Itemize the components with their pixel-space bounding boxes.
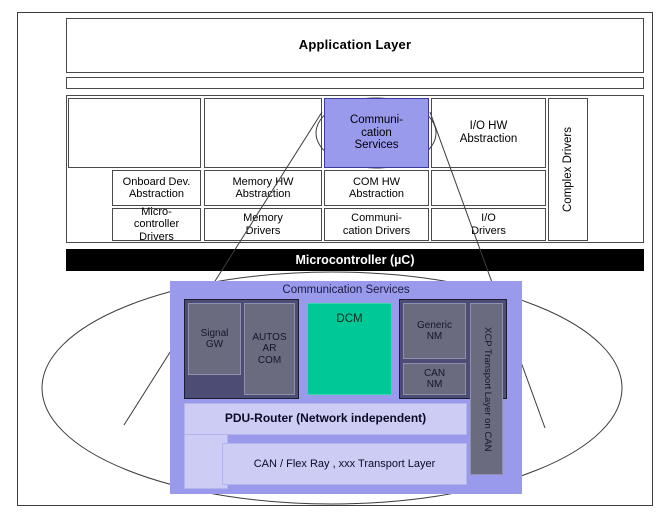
complex-drivers-box: Complex Drivers — [548, 98, 588, 241]
memory-hw-abstraction-label: Memory HW Abstraction — [232, 175, 294, 200]
can-nm-label: CAN NM — [423, 367, 446, 391]
microcontroller-bar: Microcontroller (µC) — [66, 249, 644, 271]
onboard-device-abstraction-box: Onboard Dev. Abstraction — [112, 170, 201, 206]
memory-hw-abstraction-box: Memory HW Abstraction — [204, 170, 322, 206]
autosar-com-block[interactable]: AUTOS AR COM — [244, 303, 295, 395]
microcontroller-label: Microcontroller (µC) — [295, 253, 415, 267]
signal-gw-block[interactable]: Signal GW — [188, 303, 241, 375]
can-nm-block[interactable]: CAN NM — [403, 363, 466, 395]
io-hw-abstraction-label: I/O HW Abstraction — [459, 120, 518, 145]
communication-drivers-box: Communi- cation Drivers — [324, 208, 429, 241]
can-flexray-transport-layer-block[interactable]: CAN / Flex Ray , xxx Transport Layer — [222, 443, 467, 485]
io-drivers-label: I/O Drivers — [471, 212, 506, 237]
memory-drivers-box: Memory Drivers — [204, 208, 322, 241]
communication-services-detail-panel: Communication Services Signal GW AUTOS A… — [170, 281, 522, 494]
communication-services-box[interactable]: Communi- cation Services — [324, 98, 429, 168]
system-services-box — [68, 98, 201, 168]
onboard-device-abstraction-label: Onboard Dev. Abstraction — [122, 175, 191, 200]
pdu-router-label: PDU-Router (Network independent) — [224, 411, 427, 426]
communication-drivers-label: Communi- cation Drivers — [342, 212, 411, 237]
generic-nm-block[interactable]: Generic NM — [403, 303, 466, 359]
detail-panel-title: Communication Services — [282, 284, 410, 296]
diagram-canvas: Application Layer Communi- cation Servic… — [0, 0, 672, 519]
autosar-com-label: AUTOS AR COM — [252, 331, 287, 366]
microcontroller-drivers-box: Micro- controller Drivers — [112, 206, 201, 243]
com-hw-abstraction-label: COM HW Abstraction — [348, 175, 405, 200]
communication-services-label: Communi- cation Services — [349, 113, 404, 152]
generic-nm-label: Generic NM — [416, 319, 452, 343]
io-hw-abstraction-box: I/O HW Abstraction — [431, 98, 546, 168]
memory-drivers-label: Memory Drivers — [243, 212, 283, 237]
memory-services-box — [204, 98, 322, 168]
can-flexray-transport-layer-label: CAN / Flex Ray , xxx Transport Layer — [253, 457, 436, 470]
application-layer-box: Application Layer — [66, 18, 644, 73]
com-hw-abstraction-box: COM HW Abstraction — [324, 170, 429, 206]
application-layer-label: Application Layer — [298, 37, 412, 53]
io-hw-abstraction-lower-box — [431, 170, 546, 206]
microcontroller-drivers-label: Micro- controller Drivers — [133, 206, 180, 243]
io-drivers-box: I/O Drivers — [431, 208, 546, 241]
signal-gw-label: Signal GW — [200, 327, 229, 351]
rte-band — [66, 77, 644, 89]
dcm-label: DCM — [336, 313, 363, 325]
xcp-transport-layer-label: XCP Transport Layer on CAN — [481, 326, 493, 452]
pdu-router-block[interactable]: PDU-Router (Network independent) — [184, 403, 467, 435]
complex-drivers-label: Complex Drivers — [561, 127, 574, 212]
xcp-transport-layer-block[interactable]: XCP Transport Layer on CAN — [470, 303, 503, 475]
dcm-block[interactable]: DCM — [307, 303, 392, 395]
